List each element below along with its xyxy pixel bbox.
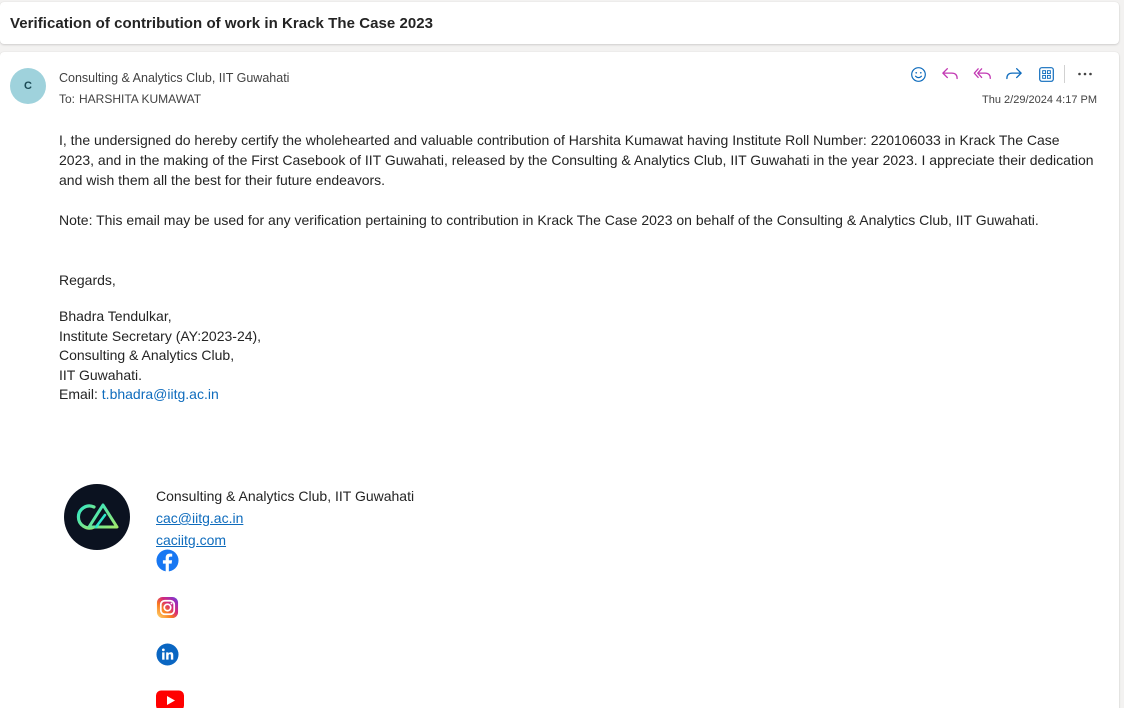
signature-name: Bhadra Tendulkar, xyxy=(59,308,172,324)
message-body: I, the undersigned do hereby certify the… xyxy=(59,130,1094,405)
reply-all-icon[interactable] xyxy=(966,64,998,84)
body-note: Note: This email may be used for any ver… xyxy=(59,212,1039,228)
signature-email-link[interactable]: t.bhadra@iitg.ac.in xyxy=(102,386,219,402)
signature-email-line: Email: t.bhadra@iitg.ac.in xyxy=(59,385,1094,405)
sender-name[interactable]: Consulting & Analytics Club, IIT Guwahat… xyxy=(59,71,289,85)
body-paragraph: I, the undersigned do hereby certify the… xyxy=(59,132,1094,188)
sender-avatar[interactable]: C xyxy=(10,68,46,104)
recipient-line: To: HARSHITA KUMAWAT xyxy=(59,92,201,106)
subject-bar: Verification of contribution of work in … xyxy=(0,2,1119,44)
email-subject: Verification of contribution of work in … xyxy=(10,14,434,32)
message-timestamp: Thu 2/29/2024 4:17 PM xyxy=(982,94,1097,106)
club-signature: Consulting & Analytics Club, IIT Guwahat… xyxy=(156,485,414,551)
emoji-icon[interactable] xyxy=(902,64,934,84)
club-website-link[interactable]: caciitg.com xyxy=(156,529,414,551)
apps-icon[interactable] xyxy=(1030,64,1062,84)
forward-icon[interactable] xyxy=(998,64,1030,84)
club-name: Consulting & Analytics Club, IIT Guwahat… xyxy=(156,488,415,504)
signature-role: Institute Secretary (AY:2023-24), xyxy=(59,327,262,344)
message-actions xyxy=(902,64,1101,84)
email-label: Email: xyxy=(59,386,102,402)
youtube-icon[interactable] xyxy=(156,689,184,708)
more-icon[interactable] xyxy=(1069,64,1101,84)
action-separator xyxy=(1064,65,1065,83)
club-email-link[interactable]: cac@iitg.ac.in xyxy=(156,507,414,529)
linkedin-icon[interactable] xyxy=(156,643,179,666)
recipient-name[interactable]: HARSHITA KUMAWAT xyxy=(79,92,201,106)
regards-line: Regards, xyxy=(59,272,116,288)
signature-institute: IIT Guwahati. xyxy=(59,366,143,383)
facebook-icon[interactable] xyxy=(156,549,179,572)
reply-icon[interactable] xyxy=(934,64,966,84)
message-card: C Consulting & Analytics Club, IIT Guwah… xyxy=(0,52,1119,708)
club-logo xyxy=(64,484,130,550)
instagram-icon[interactable] xyxy=(156,596,179,619)
signature-club: Consulting & Analytics Club, xyxy=(59,347,235,363)
to-label: To: xyxy=(59,92,76,106)
signature-block: Bhadra Tendulkar, Institute Secretary (A… xyxy=(59,307,1094,405)
